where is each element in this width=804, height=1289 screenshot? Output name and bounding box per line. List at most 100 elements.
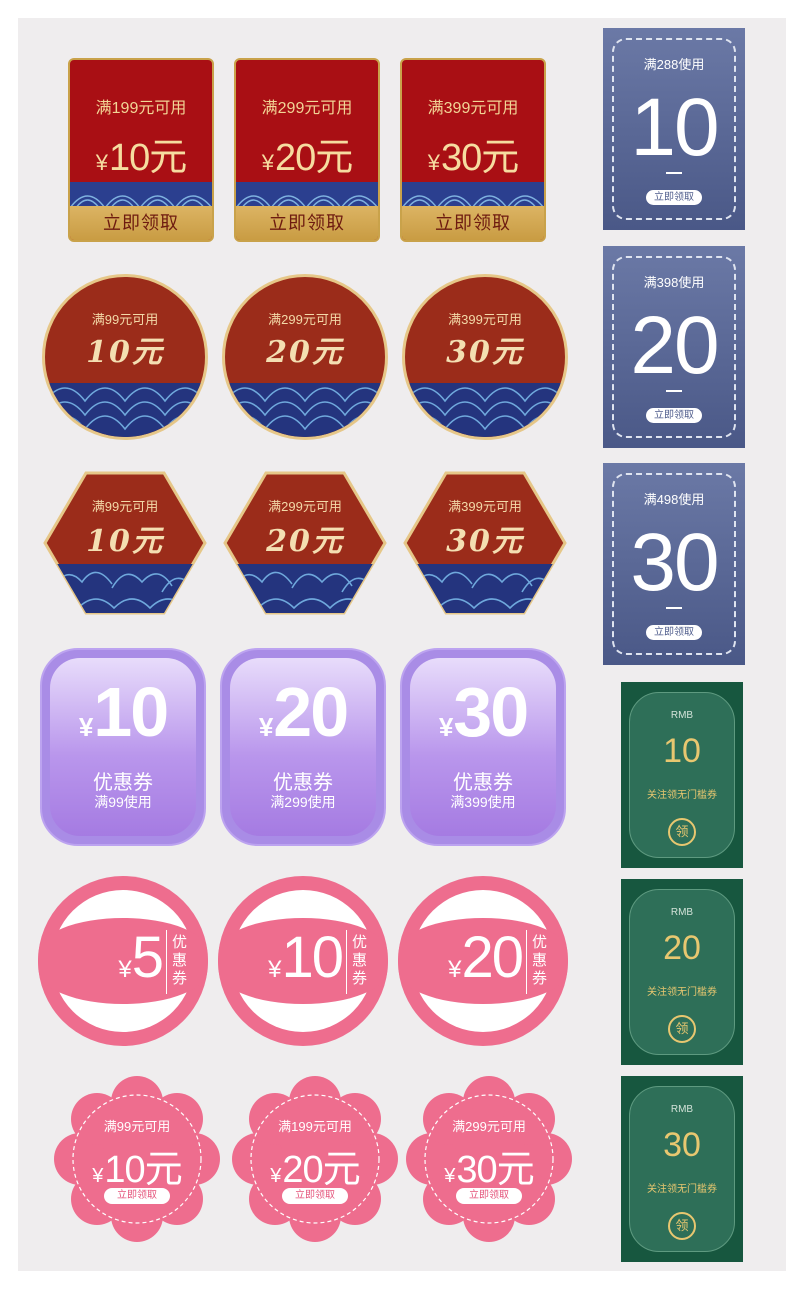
- coupon-condition: 满299元可用: [268, 499, 342, 514]
- claim-button[interactable]: 立即领取: [646, 625, 702, 640]
- coupon-amount: ¥20元: [261, 137, 354, 179]
- coupon-condition: 满299元可用: [261, 100, 353, 117]
- blue-ticket-coupon[interactable]: 满498使用 30 立即领取: [603, 463, 745, 665]
- wave-pattern-icon: [405, 383, 565, 437]
- red-rect-coupon[interactable]: 满199元可用 ¥10元 立即领取: [68, 58, 214, 242]
- claim-button[interactable]: 领: [668, 1212, 696, 1240]
- coupon-condition: 满398使用: [643, 275, 705, 290]
- claim-button[interactable]: 领: [668, 818, 696, 846]
- purple-coupon[interactable]: ¥30 优惠券 满399使用: [400, 648, 566, 846]
- coupon-condition: 满498使用: [643, 492, 705, 507]
- coupon-condition: 满299使用: [270, 794, 336, 810]
- coupon-amount: ¥10: [78, 673, 169, 751]
- coupon-condition: 满288使用: [643, 57, 705, 72]
- claim-button[interactable]: 立即领取: [646, 190, 702, 205]
- coupon-label: 优惠券: [453, 772, 513, 794]
- divider: [666, 172, 682, 174]
- coupon-amount: 10: [630, 82, 719, 173]
- coupon-label: 优惠券: [532, 934, 548, 987]
- coupon-amount: 10元: [86, 524, 164, 559]
- divider: [666, 607, 682, 609]
- wave-pattern-icon: [70, 182, 212, 208]
- coupon-amount: 20元: [266, 524, 344, 559]
- hexagon-coupon[interactable]: 满399元可用 30元: [402, 470, 568, 616]
- coupon-amount: ¥20元: [270, 1149, 360, 1191]
- coupon-label: 优惠券: [93, 772, 153, 794]
- coupon-amount: 10: [663, 732, 701, 770]
- currency-unit: RMB: [670, 1104, 694, 1115]
- coupon-amount: 20: [630, 300, 719, 391]
- red-circle-coupon[interactable]: 满399元可用 30元: [402, 274, 568, 440]
- coupon-label: 优惠券: [352, 934, 368, 987]
- scallop-coupon[interactable]: 满199元可用 ¥20元 立即领取: [230, 1076, 400, 1242]
- blue-ticket-coupon[interactable]: 满398使用 20 立即领取: [603, 246, 745, 448]
- coupon-label: 关注领无门槛券: [647, 1184, 717, 1195]
- coupon-amount: 10元: [86, 335, 164, 370]
- coupon-amount: ¥10元: [95, 137, 188, 179]
- currency-unit: RMB: [670, 907, 694, 918]
- claim-button[interactable]: 立即领取: [646, 408, 702, 423]
- coupon-amount: ¥10: [268, 925, 344, 990]
- purple-coupon[interactable]: ¥10 优惠券 满99使用: [40, 648, 206, 846]
- scallop-coupon[interactable]: 满299元可用 ¥30元 立即领取: [404, 1076, 574, 1242]
- wave-pattern-icon: [236, 182, 378, 208]
- coupon-amount: ¥30元: [427, 137, 520, 179]
- purple-coupon[interactable]: ¥20 优惠券 满299使用: [220, 648, 386, 846]
- claim-button[interactable]: 立即领取: [70, 206, 212, 240]
- red-circle-coupon[interactable]: 满299元可用 20元: [222, 274, 388, 440]
- coupon-amount: ¥5: [118, 925, 164, 990]
- coupon-condition: 满99元可用: [91, 312, 159, 327]
- coupon-condition: 满399元可用: [427, 100, 519, 117]
- coupon-label: 关注领无门槛券: [647, 790, 717, 801]
- claim-button[interactable]: 立即领取: [236, 206, 378, 240]
- red-rect-coupon[interactable]: 满299元可用 ¥20元 立即领取: [234, 58, 380, 242]
- coupon-amount: ¥30元: [444, 1149, 534, 1191]
- coupon-condition: 满399使用: [450, 794, 516, 810]
- red-rect-coupon[interactable]: 满399元可用 ¥30元 立即领取: [400, 58, 546, 242]
- blue-ticket-coupon[interactable]: 满288使用 10 立即领取: [603, 28, 745, 230]
- pink-circle-coupon[interactable]: ¥5 优惠券: [38, 876, 208, 1046]
- coupon-condition: 满399元可用: [448, 499, 522, 514]
- coupon-condition: 满99元可用: [103, 1119, 171, 1134]
- coupon-amount: ¥20: [448, 925, 524, 990]
- claim-button[interactable]: 领: [668, 1015, 696, 1043]
- claim-button[interactable]: 立即领取: [282, 1188, 348, 1204]
- coupon-condition: 满99元可用: [91, 499, 159, 514]
- divider: [526, 930, 527, 994]
- divider: [166, 930, 167, 994]
- pink-circle-coupon[interactable]: ¥20 优惠券: [398, 876, 568, 1046]
- coupon-amount: 20: [663, 929, 701, 967]
- coupon-condition: 满299元可用: [452, 1119, 526, 1134]
- wave-pattern-icon: [45, 383, 205, 437]
- coupon-label: 优惠券: [273, 772, 333, 794]
- claim-button[interactable]: 立即领取: [104, 1188, 170, 1204]
- coupon-amount: ¥10元: [92, 1149, 182, 1191]
- currency-unit: RMB: [670, 710, 694, 721]
- pink-circle-coupon[interactable]: ¥10 优惠券: [218, 876, 388, 1046]
- coupon-amount: 30元: [446, 524, 524, 559]
- wave-pattern-icon: [402, 182, 544, 208]
- claim-button[interactable]: 立即领取: [402, 206, 544, 240]
- hexagon-coupon[interactable]: 满299元可用 20元: [222, 470, 388, 616]
- coupon-amount: 30元: [446, 335, 524, 370]
- coupon-condition: 满199元可用: [278, 1119, 352, 1134]
- coupon-label: 优惠券: [172, 934, 188, 987]
- red-circle-coupon[interactable]: 满99元可用 10元: [42, 274, 208, 440]
- green-ticket-coupon[interactable]: RMB 20 关注领无门槛券 领: [621, 879, 743, 1065]
- coupon-condition: 满99使用: [94, 794, 152, 810]
- coupon-amount: 30: [630, 517, 719, 608]
- coupon-amount: 20元: [266, 335, 344, 370]
- coupon-condition: 满299元可用: [268, 312, 342, 327]
- divider: [666, 390, 682, 392]
- coupon-condition: 满199元可用: [95, 100, 187, 117]
- green-ticket-coupon[interactable]: RMB 30 关注领无门槛券 领: [621, 1076, 743, 1262]
- coupon-condition: 满399元可用: [448, 312, 522, 327]
- coupon-amount: 30: [663, 1126, 701, 1164]
- claim-button[interactable]: 立即领取: [456, 1188, 522, 1204]
- hexagon-coupon[interactable]: 满99元可用 10元: [42, 470, 208, 616]
- coupon-label: 关注领无门槛券: [647, 987, 717, 998]
- coupon-amount: ¥20: [258, 673, 349, 751]
- scallop-coupon[interactable]: 满99元可用 ¥10元 立即领取: [52, 1076, 222, 1242]
- green-ticket-coupon[interactable]: RMB 10 关注领无门槛券 领: [621, 682, 743, 868]
- wave-pattern-icon: [225, 383, 385, 437]
